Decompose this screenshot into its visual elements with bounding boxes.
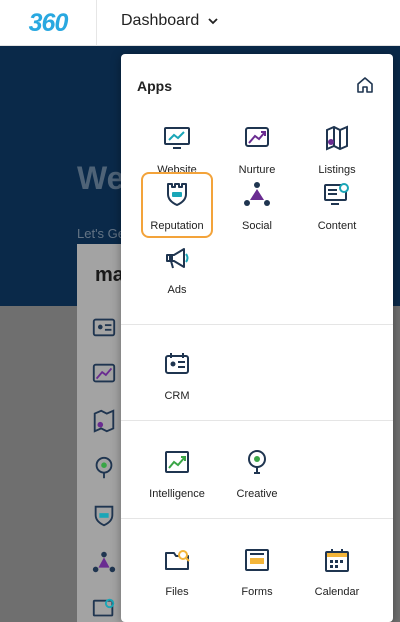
app-label: Forms <box>241 586 273 598</box>
dashboard-dropdown[interactable]: Dashboard <box>121 12 219 30</box>
app-social[interactable]: Social <box>221 174 293 240</box>
app-forms[interactable]: Forms <box>221 540 293 606</box>
app-label: CRM <box>164 390 190 402</box>
intelligence-icon <box>165 451 189 473</box>
app-label: Content <box>317 220 357 232</box>
app-crm[interactable]: CRM <box>141 344 213 410</box>
content-icon <box>92 598 115 617</box>
app-label: Reputation <box>150 220 204 232</box>
app-label: Intelligence <box>149 488 205 500</box>
logo-text: 360 <box>28 8 69 37</box>
background-card-title: ma <box>95 264 124 286</box>
listings-icon <box>93 409 115 433</box>
app-intelligence[interactable]: Intelligence <box>141 442 213 508</box>
nurture-icon <box>92 363 116 383</box>
apps-panel: Apps Website Nurture Listings Reputation… <box>121 54 393 622</box>
social-icon <box>92 551 116 573</box>
logo[interactable]: 360 <box>0 0 97 46</box>
app-label: Creative <box>236 488 278 500</box>
reputation-icon <box>94 505 114 527</box>
section-divider <box>121 518 393 519</box>
app-label: Calendar <box>314 586 360 598</box>
calendar-icon <box>325 549 349 572</box>
lightbulb-icon <box>248 450 266 474</box>
app-reputation[interactable]: Reputation <box>141 172 213 238</box>
form-icon <box>245 549 269 571</box>
crm-icon <box>165 353 189 374</box>
reputation-icon <box>167 183 187 206</box>
app-content[interactable]: Content <box>301 174 373 240</box>
section-divider <box>121 324 393 325</box>
chevron-down-icon <box>208 18 218 25</box>
app-calendar[interactable]: Calendar <box>301 540 373 606</box>
dashboard-label: Dashboard <box>121 12 200 29</box>
home-icon[interactable] <box>355 75 375 95</box>
app-label: Ads <box>167 284 187 296</box>
apps-heading: Apps <box>137 78 172 94</box>
website-icon <box>164 127 190 149</box>
creative-icon <box>95 456 113 479</box>
content-icon <box>324 183 349 205</box>
folder-icon <box>165 550 190 570</box>
social-icon <box>244 182 270 206</box>
megaphone-icon <box>166 248 189 269</box>
crm-icon <box>92 318 116 337</box>
app-creative[interactable]: Creative <box>221 442 293 508</box>
section-divider <box>121 420 393 421</box>
top-bar: 360 Dashboard <box>0 0 400 46</box>
app-label: Social <box>242 220 272 232</box>
app-files[interactable]: Files <box>141 540 213 606</box>
listings-icon <box>326 125 348 151</box>
nurture-icon <box>245 127 269 147</box>
app-label: Files <box>165 586 189 598</box>
app-ads[interactable]: Ads <box>141 238 213 304</box>
